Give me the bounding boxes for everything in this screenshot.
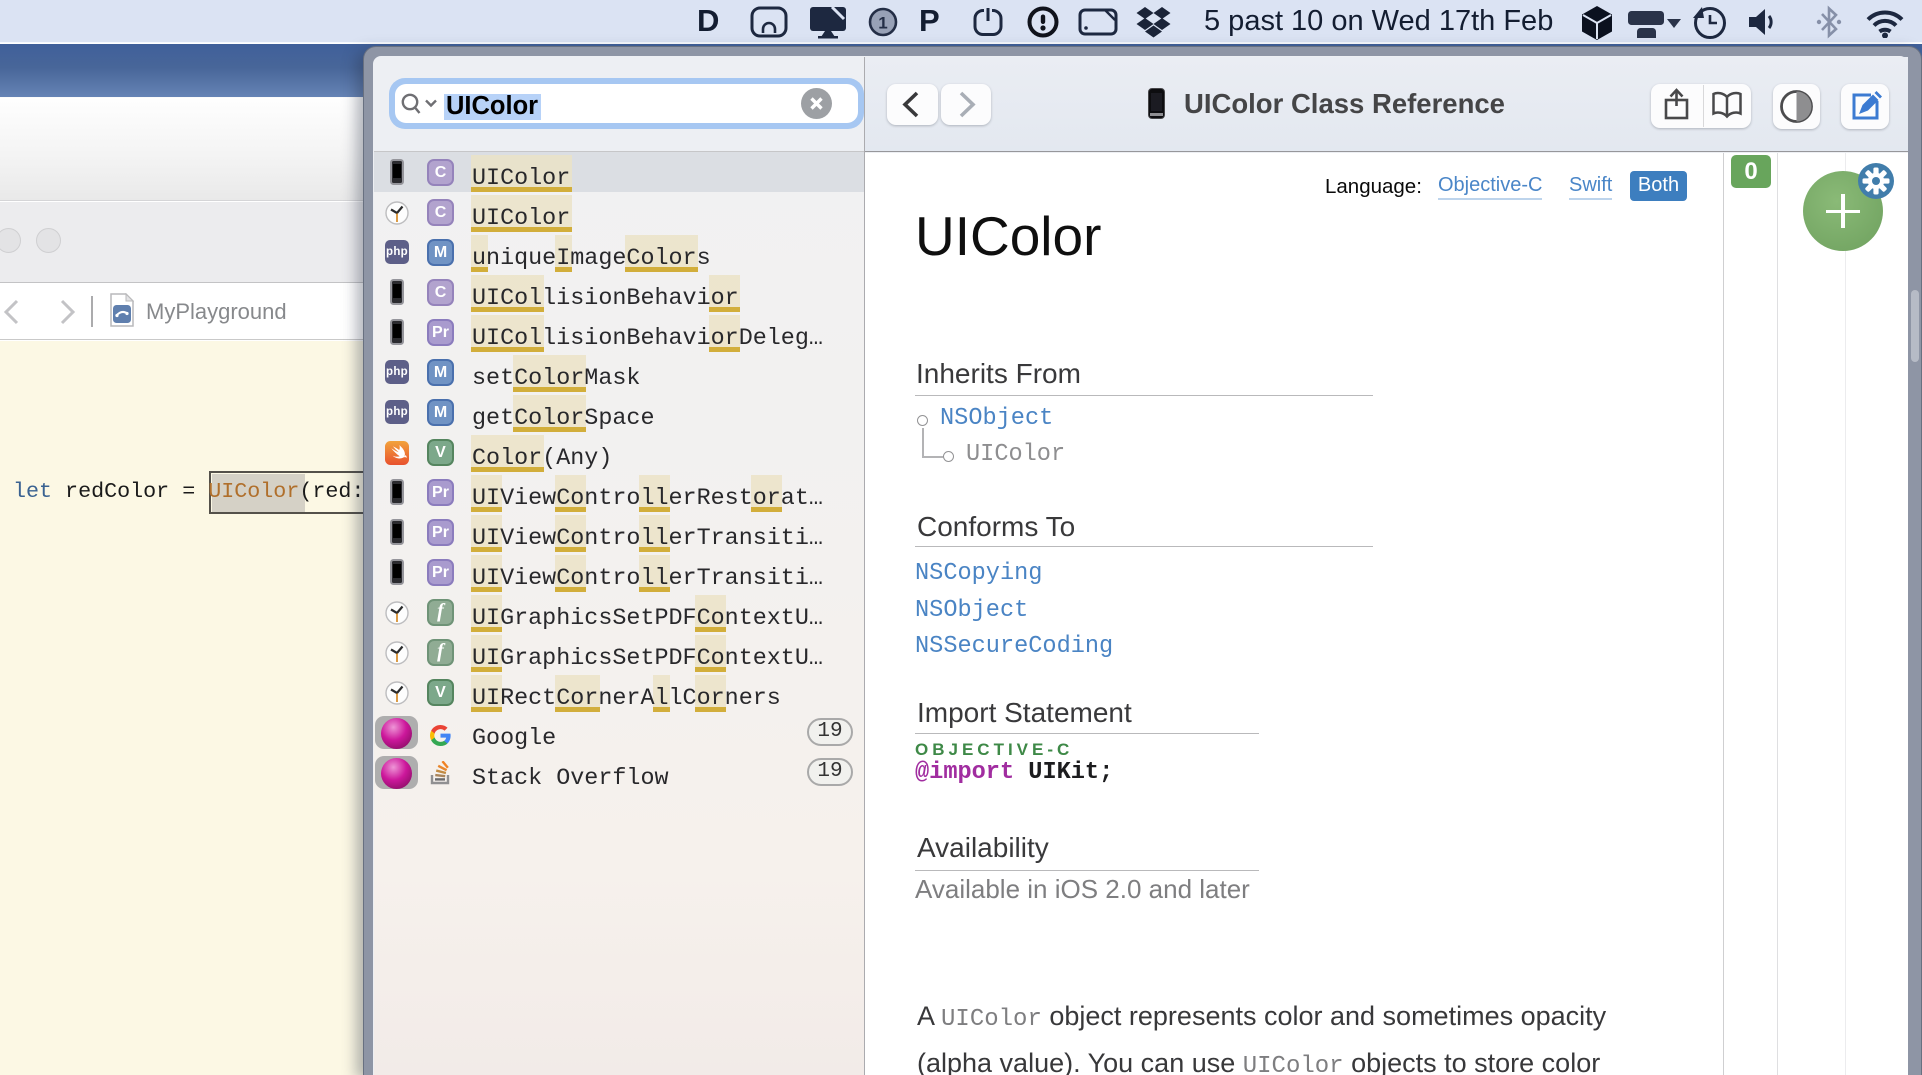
svg-text:1: 1	[878, 14, 887, 33]
